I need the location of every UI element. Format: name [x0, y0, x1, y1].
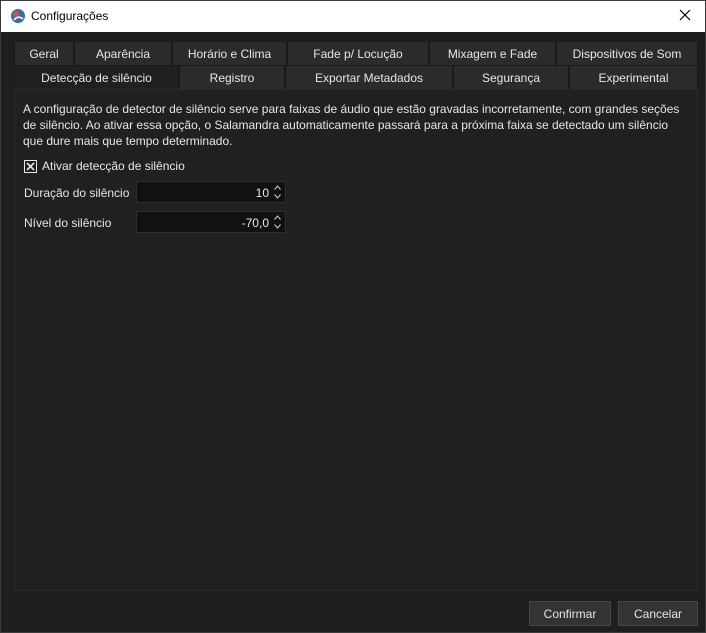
level-value[interactable]: -70,0: [242, 216, 269, 230]
tab-mixagem-fade[interactable]: Mixagem e Fade: [429, 41, 556, 65]
enable-detection-label: Ativar detecção de silêncio: [42, 159, 185, 173]
duration-label: Duração do silêncio: [24, 186, 130, 200]
window-title: Configurações: [31, 9, 109, 23]
duration-decrement-button[interactable]: [271, 192, 284, 201]
level-spinbox[interactable]: -70,0: [136, 211, 286, 233]
chevron-down-icon: [274, 194, 281, 199]
tab-registro[interactable]: Registro: [179, 65, 285, 89]
duration-spinbox[interactable]: 10: [136, 181, 286, 203]
tab-experimental[interactable]: Experimental: [569, 65, 698, 89]
enable-detection-checkbox[interactable]: [24, 159, 37, 173]
tab-fade-locucao[interactable]: Fade p/ Locução: [287, 41, 429, 65]
cancel-button[interactable]: Cancelar: [618, 601, 698, 626]
chevron-down-icon: [274, 224, 281, 229]
title-bar[interactable]: Configurações: [1, 1, 705, 32]
chevron-up-icon: [274, 215, 281, 220]
close-icon: [679, 9, 691, 24]
duration-stepper: [271, 183, 284, 201]
salamandra-app-icon: [10, 8, 26, 24]
close-button[interactable]: [665, 1, 705, 32]
level-stepper: [271, 213, 284, 231]
duration-increment-button[interactable]: [271, 183, 284, 192]
checkmark-x-icon: [26, 161, 35, 171]
level-increment-button[interactable]: [271, 213, 284, 222]
tab-seguranca[interactable]: Segurança: [453, 65, 569, 89]
tab-deteccao-silencio[interactable]: Detecção de silêncio: [14, 65, 179, 89]
tab-row-1: Geral Aparência Horário e Clima Fade p/ …: [14, 41, 698, 65]
level-decrement-button[interactable]: [271, 222, 284, 231]
tab-aparencia[interactable]: Aparência: [74, 41, 172, 65]
level-label: Nível do silêncio: [24, 216, 112, 230]
enable-detection-option[interactable]: Ativar detecção de silêncio: [24, 159, 185, 173]
tab-exportar-metadados[interactable]: Exportar Metadados: [285, 65, 453, 89]
confirm-button[interactable]: Confirmar: [529, 601, 611, 626]
tab-row-2: Detecção de silêncio Registro Exportar M…: [14, 65, 698, 89]
duration-value[interactable]: 10: [256, 186, 269, 200]
description-text: A configuração de detector de silêncio s…: [23, 102, 680, 148]
settings-dialog: Configurações Geral Aparência Horário e …: [0, 0, 706, 633]
tab-geral[interactable]: Geral: [14, 41, 74, 65]
chevron-up-icon: [274, 185, 281, 190]
silence-detection-panel: A configuração de detector de silêncio s…: [14, 89, 698, 591]
tab-dispositivos-som[interactable]: Dispositivos de Som: [556, 41, 698, 65]
tab-horario-clima[interactable]: Horário e Clima: [172, 41, 287, 65]
